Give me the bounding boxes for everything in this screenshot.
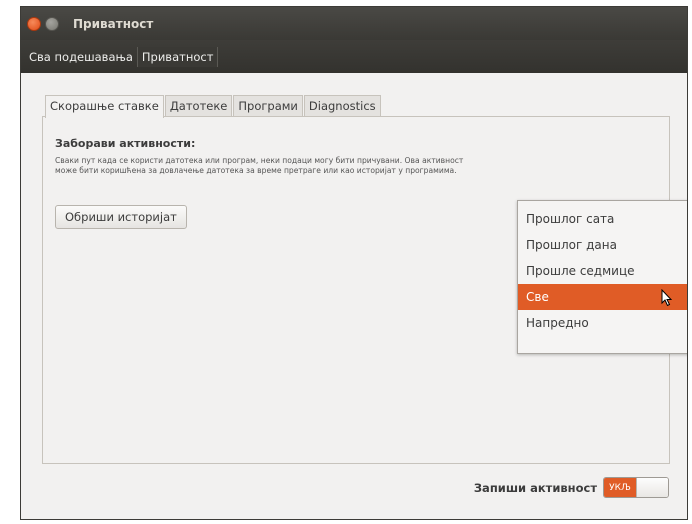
toggle-knob[interactable] (636, 478, 668, 497)
menu-item-past-day[interactable]: Прошлог дана (518, 232, 687, 258)
breadcrumb: Сва подешавања Приватност (21, 40, 687, 73)
close-button[interactable] (27, 16, 41, 31)
clear-history-menu: Прошлог сата Прошлог дана Прошле седмице… (517, 200, 687, 354)
forget-activity-heading: Заборави активности: (55, 137, 196, 150)
tab-applications[interactable]: Програми (233, 95, 303, 117)
menu-item-all[interactable]: Све (518, 284, 687, 310)
tab-files[interactable]: Датотеке (164, 95, 233, 117)
tab-bar: Скорашње ставке Датотеке Програми Diagno… (45, 95, 382, 118)
title-bar: Приватност (21, 7, 687, 40)
record-activity-row: Запиши активност УКЉ (474, 477, 669, 498)
window-title: Приватност (73, 16, 154, 31)
toggle-on-label: УКЉ (604, 478, 636, 497)
tab-diagnostics[interactable]: Diagnostics (303, 95, 381, 117)
record-activity-label: Запиши активност (473, 480, 597, 495)
all-settings-button[interactable]: Сва подешавања (25, 47, 137, 67)
privacy-window: Приватност Сва подешавања Приватност Ско… (20, 6, 688, 520)
privacy-crumb[interactable]: Приватност (136, 46, 219, 67)
minimize-button[interactable] (45, 16, 59, 31)
tab-recent-items[interactable]: Скорашње ставке (45, 95, 164, 118)
clear-history-button[interactable]: Обриши историјат (55, 205, 187, 229)
forget-activity-description: Сваки пут када се користи датотека или п… (55, 156, 464, 175)
record-activity-toggle[interactable]: УКЉ (603, 477, 669, 498)
menu-item-advanced[interactable]: Напредно (518, 310, 687, 336)
mouse-pointer-icon (661, 289, 673, 307)
menu-item-past-hour[interactable]: Прошлог сата (518, 206, 687, 232)
menu-item-all-label: Све (526, 290, 549, 304)
content-area: Скорашње ставке Датотеке Програми Diagno… (21, 73, 687, 519)
recent-items-panel: Заборави активности: Сваки пут када се к… (42, 116, 687, 464)
menu-item-past-week[interactable]: Прошле седмице (518, 258, 687, 284)
